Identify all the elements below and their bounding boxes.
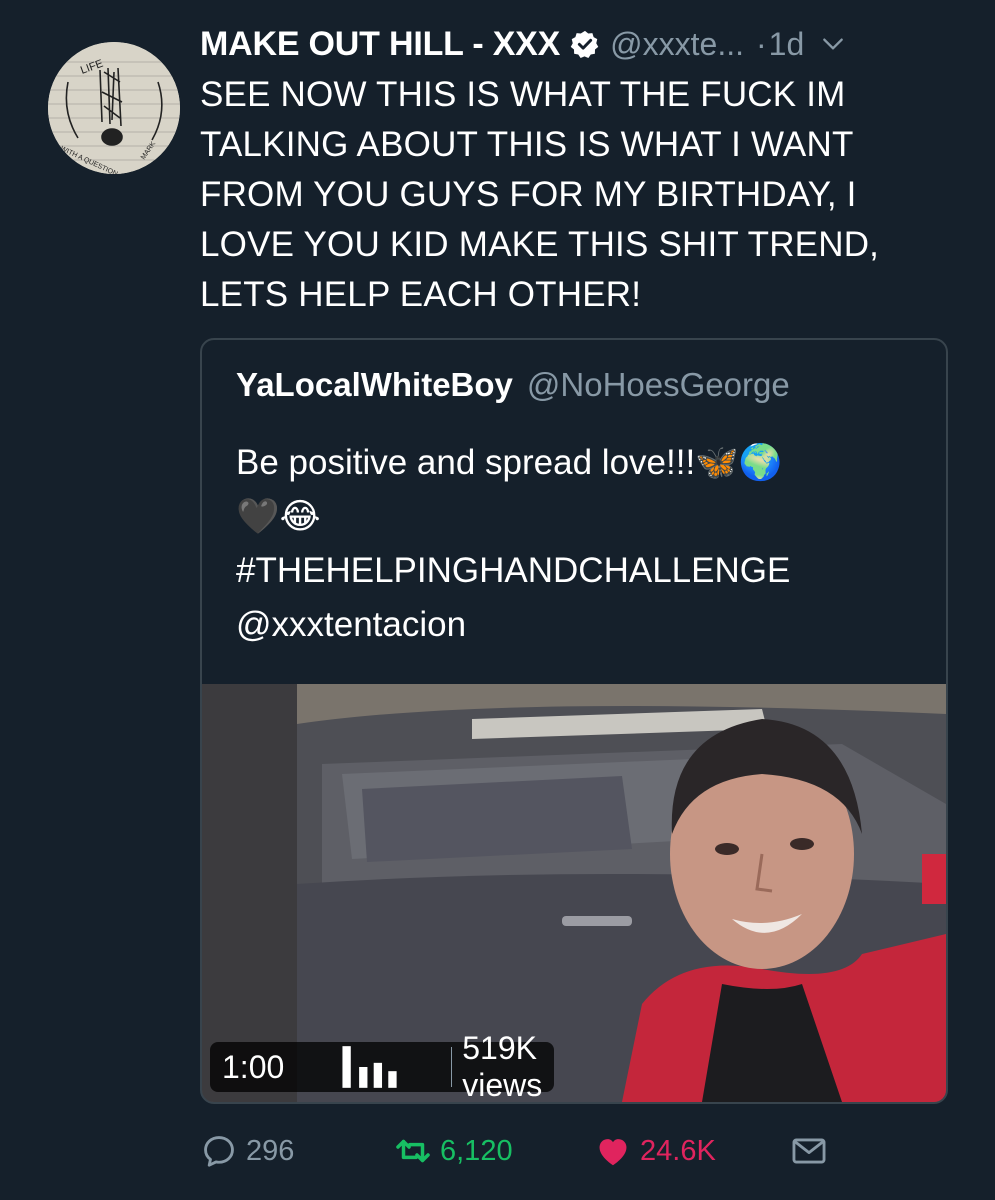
badge-divider (451, 1047, 453, 1087)
author-name[interactable]: MAKE OUT HILL - XXX (200, 25, 560, 64)
video-duration: 1:00 (222, 1048, 285, 1085)
reply-button[interactable]: 296 (200, 1132, 294, 1170)
chevron-down-icon[interactable] (820, 31, 846, 57)
quoted-hashtag[interactable]: #THEHELPINGHANDCHALLENGE (236, 544, 926, 598)
verified-badge-icon (570, 30, 599, 58)
quoted-text-emoji-line: 🖤😂 (236, 497, 321, 536)
tweet-timestamp[interactable]: 1d (769, 26, 805, 63)
tweet-text: SEE NOW THIS IS WHAT THE FUCK IM TALKING… (200, 75, 880, 314)
like-button[interactable]: 24.6K (594, 1132, 716, 1170)
video-player[interactable]: 1:00 519K views (202, 684, 946, 1102)
heart-icon (599, 1139, 627, 1166)
tweet-actions: 296 6,120 24.6K (200, 1132, 960, 1178)
quoted-author-name: YaLocalWhiteBoy (236, 366, 513, 403)
tweet-header: MAKE OUT HILL - XXX @xxxte... · 1d (200, 22, 960, 66)
quoted-author-handle: @NoHoesGeorge (526, 366, 790, 403)
video-views: 519K views (462, 1030, 543, 1102)
retweet-count: 6,120 (440, 1134, 513, 1167)
separator-dot: · (755, 25, 767, 62)
quoted-tweet-text: Be positive and spread love!!!🦋🌍 🖤😂 #THE… (236, 436, 926, 652)
reply-icon (204, 1136, 234, 1167)
signal-bars-icon (342, 1046, 397, 1088)
like-count: 24.6K (640, 1134, 716, 1167)
retweet-button[interactable]: 6,120 (394, 1132, 513, 1170)
retweet-icon (396, 1139, 430, 1163)
quoted-mention[interactable]: @xxxtentacion (236, 598, 926, 652)
dm-envelope-icon (792, 1138, 826, 1164)
author-handle[interactable]: @xxxte... (610, 26, 744, 63)
quoted-tweet-header: YaLocalWhiteBoy @NoHoesGeorge (236, 366, 790, 404)
reply-count: 296 (246, 1134, 295, 1167)
author-avatar[interactable]: LIFE WITH A QUESTION MARK (48, 42, 180, 174)
quoted-text-line: Be positive and spread love!!!🦋🌍 (236, 443, 783, 482)
video-badge: 1:00 519K views (210, 1030, 555, 1102)
video-thumbnail (202, 684, 946, 1102)
quoted-tweet[interactable]: YaLocalWhiteBoy @NoHoesGeorge Be positiv… (200, 338, 948, 1104)
direct-message-button[interactable] (790, 1132, 828, 1170)
